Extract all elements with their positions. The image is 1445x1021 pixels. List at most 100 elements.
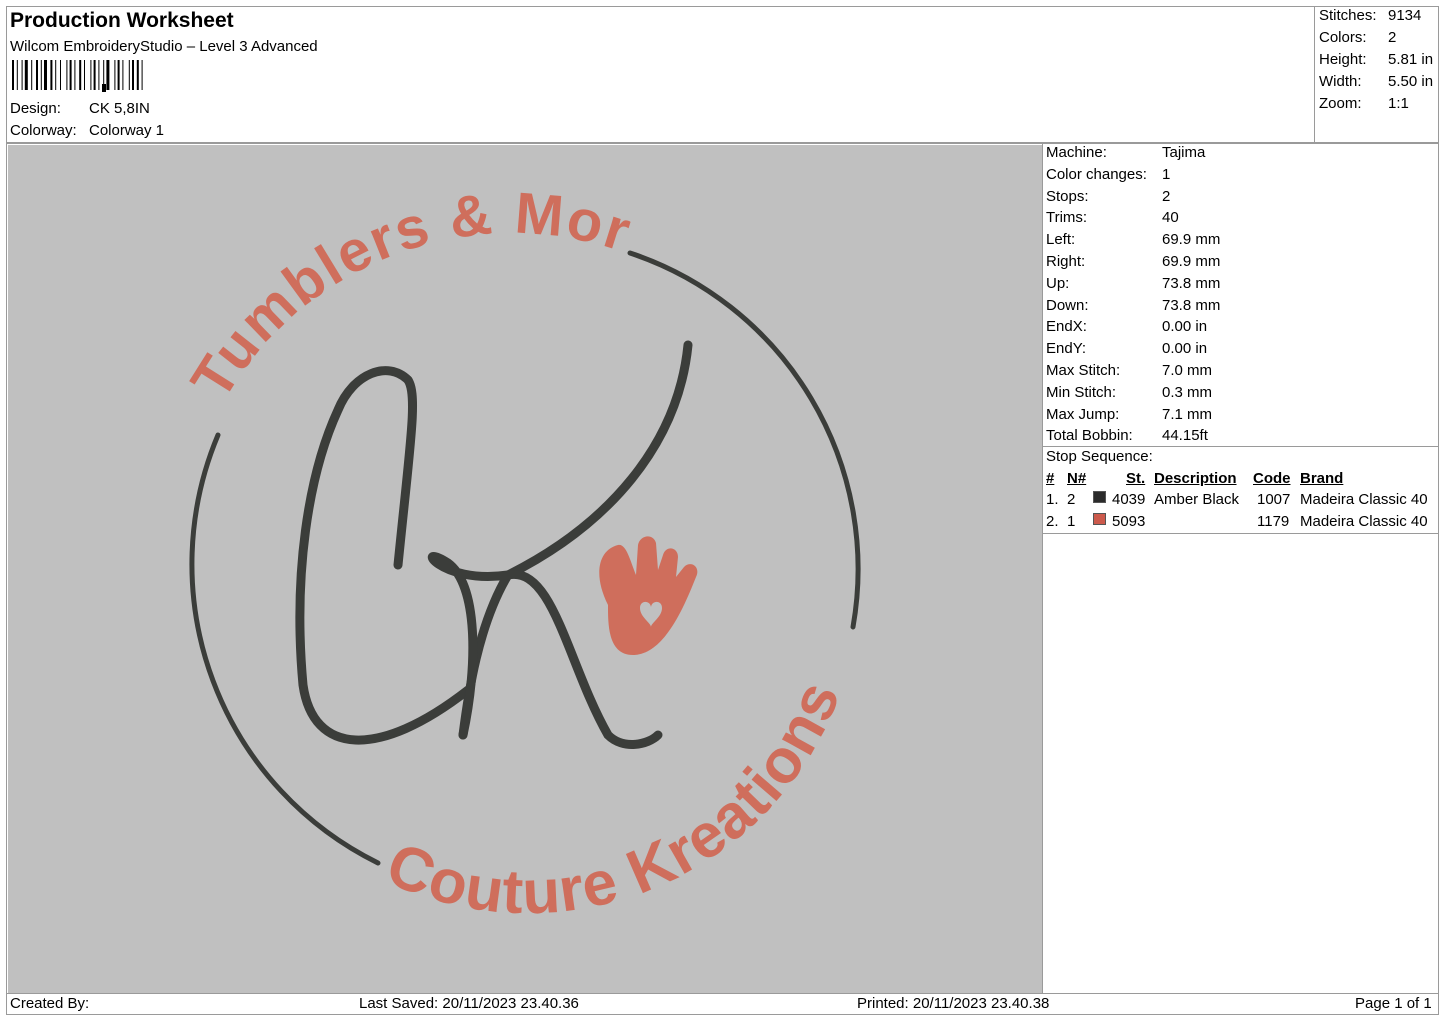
design-preview-panel: Tumblers & More Couture Kreations (0, 93, 1043, 994)
table-row-needle: 1 (1067, 513, 1076, 530)
table-row-code: 1179 (1257, 513, 1290, 530)
col-header-stitches: St. (1126, 470, 1146, 487)
barcode-bar (141, 60, 143, 90)
barcode-bar (24, 60, 28, 90)
machine-info-value: 0.00 in (1162, 340, 1208, 358)
machine-info-value: 1 (1162, 165, 1171, 183)
col-header-brand: Brand (1300, 470, 1344, 487)
machine-info-value: 7.0 mm (1162, 362, 1213, 379)
machine-info-value: 40 (1162, 209, 1179, 227)
summary-value: 2 (1388, 29, 1397, 46)
divider (1042, 533, 1439, 534)
summary-value: 1:1 (1388, 95, 1409, 112)
col-header-needle: N# (1067, 470, 1087, 487)
machine-info-label: Max Stitch: (1046, 362, 1121, 379)
barcode-bar (36, 60, 38, 90)
barcode-image (12, 60, 143, 92)
machine-info-label: Right: (1046, 253, 1086, 270)
top-arc-text: Tumblers & More (8, 145, 640, 410)
barcode-bar (50, 60, 53, 90)
circle-arc-left (189, 432, 381, 866)
colorway-value: Colorway 1 (89, 122, 165, 139)
summary-label: Zoom: (1319, 95, 1362, 112)
table-row-description: Amber Black (1154, 491, 1240, 508)
page-number: Page 1 of 1 (1355, 995, 1432, 1012)
created-by: Created By: (10, 995, 90, 1012)
barcode-bar (40, 60, 42, 90)
page-title: Production Worksheet (10, 9, 234, 32)
machine-info-label: Trims: (1046, 209, 1088, 227)
machine-info-value: 73.8 mm (1162, 296, 1221, 314)
machine-info-value: 69.9 mm (1162, 231, 1221, 249)
barcode-bar (136, 60, 139, 90)
table-row-brand: Madeira Classic 40 (1300, 491, 1428, 508)
table-row-needle: 2 (1067, 491, 1076, 508)
machine-info-label: Min Stitch: (1046, 383, 1117, 401)
table-row-code: 1007 (1257, 491, 1291, 508)
machine-info-label: Left: (1046, 231, 1076, 249)
barcode-bar (74, 60, 76, 90)
hand-heart-icon (599, 536, 698, 655)
barcode-bar (69, 60, 72, 90)
stop-sequence-title: Stop Sequence: (1046, 448, 1153, 465)
color-swatch (1093, 491, 1106, 503)
summary-label: Height: (1319, 51, 1367, 68)
barcode-bar (16, 60, 18, 90)
barcode-bar (44, 60, 47, 90)
table-row-stitches: 5093 (1112, 513, 1146, 530)
barcode-bar (122, 60, 124, 90)
table-row-brand: Madeira Classic 40 (1300, 513, 1428, 530)
colorway-label: Colorway: (10, 122, 77, 139)
machine-info-value: 2 (1162, 187, 1171, 205)
software-name: Wilcom EmbroideryStudio – Level 3 Advanc… (10, 38, 318, 55)
machine-info-value: Tajima (1162, 144, 1206, 161)
barcode-bar (12, 60, 14, 90)
machine-info-label: Up: (1046, 274, 1070, 292)
machine-info-label: EndX: (1046, 318, 1087, 336)
design-label: Design: (10, 100, 61, 117)
barcode-bar (90, 60, 92, 90)
summary-value: 5.50 in (1388, 73, 1434, 90)
embroidery-design: Tumblers & More Couture Kreations (0, 93, 861, 928)
barcode-bar (84, 60, 85, 90)
machine-info-label: Total Bobbin: (1046, 427, 1133, 445)
last-saved: Last Saved: 20/11/2023 23.40.36 (359, 995, 579, 1012)
table-row-stitches: 4039 (1112, 491, 1146, 508)
barcode-bar (55, 60, 57, 90)
col-header-description: Description (1154, 470, 1237, 487)
monogram-c-hook (393, 375, 417, 570)
barcode-bar (21, 60, 23, 90)
machine-info-label: Color changes: (1046, 165, 1147, 183)
color-swatch (1093, 513, 1106, 525)
machine-info-panel (1042, 143, 1439, 994)
table-row-num: 1. (1046, 491, 1059, 508)
barcode-bar (60, 60, 61, 90)
barcode-bar (66, 60, 68, 90)
barcode-comma (102, 84, 106, 92)
col-header-code: Code (1253, 470, 1291, 487)
col-header-num: # (1046, 470, 1055, 487)
machine-info-value: 69.9 mm (1162, 253, 1221, 270)
barcode-bar (132, 60, 134, 90)
design-canvas: Tumblers & More Couture Kreations (0, 93, 1042, 993)
summary-value: 5.81 in (1388, 51, 1434, 68)
barcode-bar (106, 60, 110, 90)
printed-date: Printed: 20/11/2023 23.40.38 (857, 995, 1050, 1012)
machine-info-value: 0.00 in (1162, 318, 1208, 336)
barcode-bar (93, 60, 96, 90)
barcode-bar (128, 60, 130, 90)
barcode-bar (117, 60, 120, 90)
machine-info-value: 7.1 mm (1162, 405, 1213, 423)
divider (1042, 446, 1439, 447)
barcode-bar (98, 60, 100, 90)
summary-label: Colors: (1319, 29, 1367, 46)
design-value: CK 5,8IN (89, 100, 150, 117)
machine-info-label: Stops: (1046, 187, 1089, 205)
machine-info-label: Max Jump: (1046, 405, 1120, 423)
machine-info-label: Machine: (1046, 144, 1107, 161)
summary-value: 9134 (1388, 7, 1422, 24)
machine-info-value: 73.8 mm (1162, 274, 1221, 292)
barcode-bar (79, 60, 82, 90)
barcode-bar (114, 60, 116, 90)
machine-info-value: 0.3 mm (1162, 383, 1213, 401)
